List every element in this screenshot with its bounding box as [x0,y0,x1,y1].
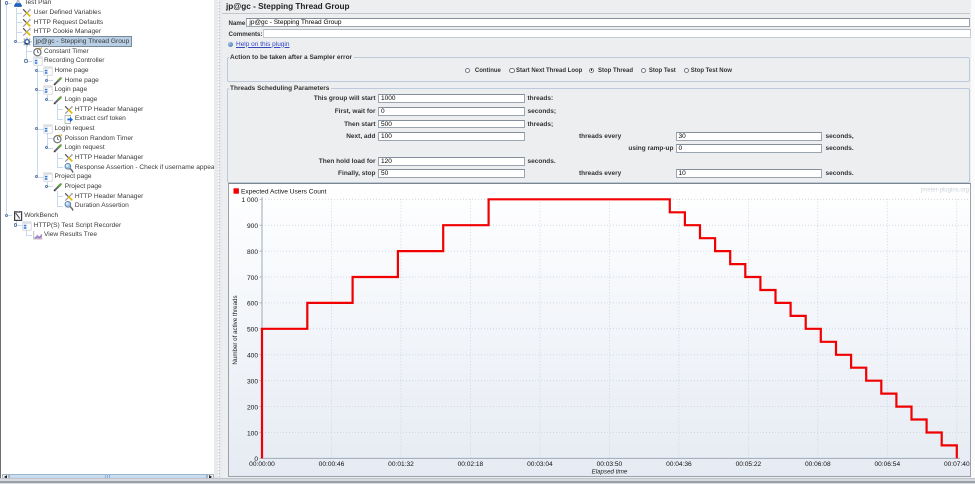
svg-text:00:02:18: 00:02:18 [458,461,484,468]
svg-text:00:07:40: 00:07:40 [944,461,970,468]
svg-text:Number of active threads: Number of active threads [232,295,239,364]
svg-text:00:03:04: 00:03:04 [527,461,553,468]
svg-text:00:00:00: 00:00:00 [249,461,275,468]
svg-text:200: 200 [247,404,258,411]
svg-text:900: 900 [247,223,258,230]
svg-text:100: 100 [247,430,258,437]
svg-text:00:05:22: 00:05:22 [736,461,762,468]
svg-text:700: 700 [247,275,258,282]
svg-text:600: 600 [247,301,258,308]
svg-text:00:06:54: 00:06:54 [874,461,900,468]
svg-text:jmeter-plugins.org: jmeter-plugins.org [920,188,969,194]
svg-text:800: 800 [247,249,258,256]
svg-text:00:01:32: 00:01:32 [388,461,414,468]
svg-text:00:03:50: 00:03:50 [597,461,623,468]
svg-text:Elapsed time: Elapsed time [592,469,628,476]
svg-text:400: 400 [247,353,258,360]
svg-text:00:04:36: 00:04:36 [666,461,692,468]
svg-text:500: 500 [247,327,258,334]
svg-text:300: 300 [247,379,258,386]
svg-text:Expected Active Users Count: Expected Active Users Count [241,188,327,195]
svg-text:00:00:46: 00:00:46 [319,461,345,468]
svg-text:00:06:08: 00:06:08 [805,461,831,468]
svg-text:1 000: 1 000 [241,197,258,204]
